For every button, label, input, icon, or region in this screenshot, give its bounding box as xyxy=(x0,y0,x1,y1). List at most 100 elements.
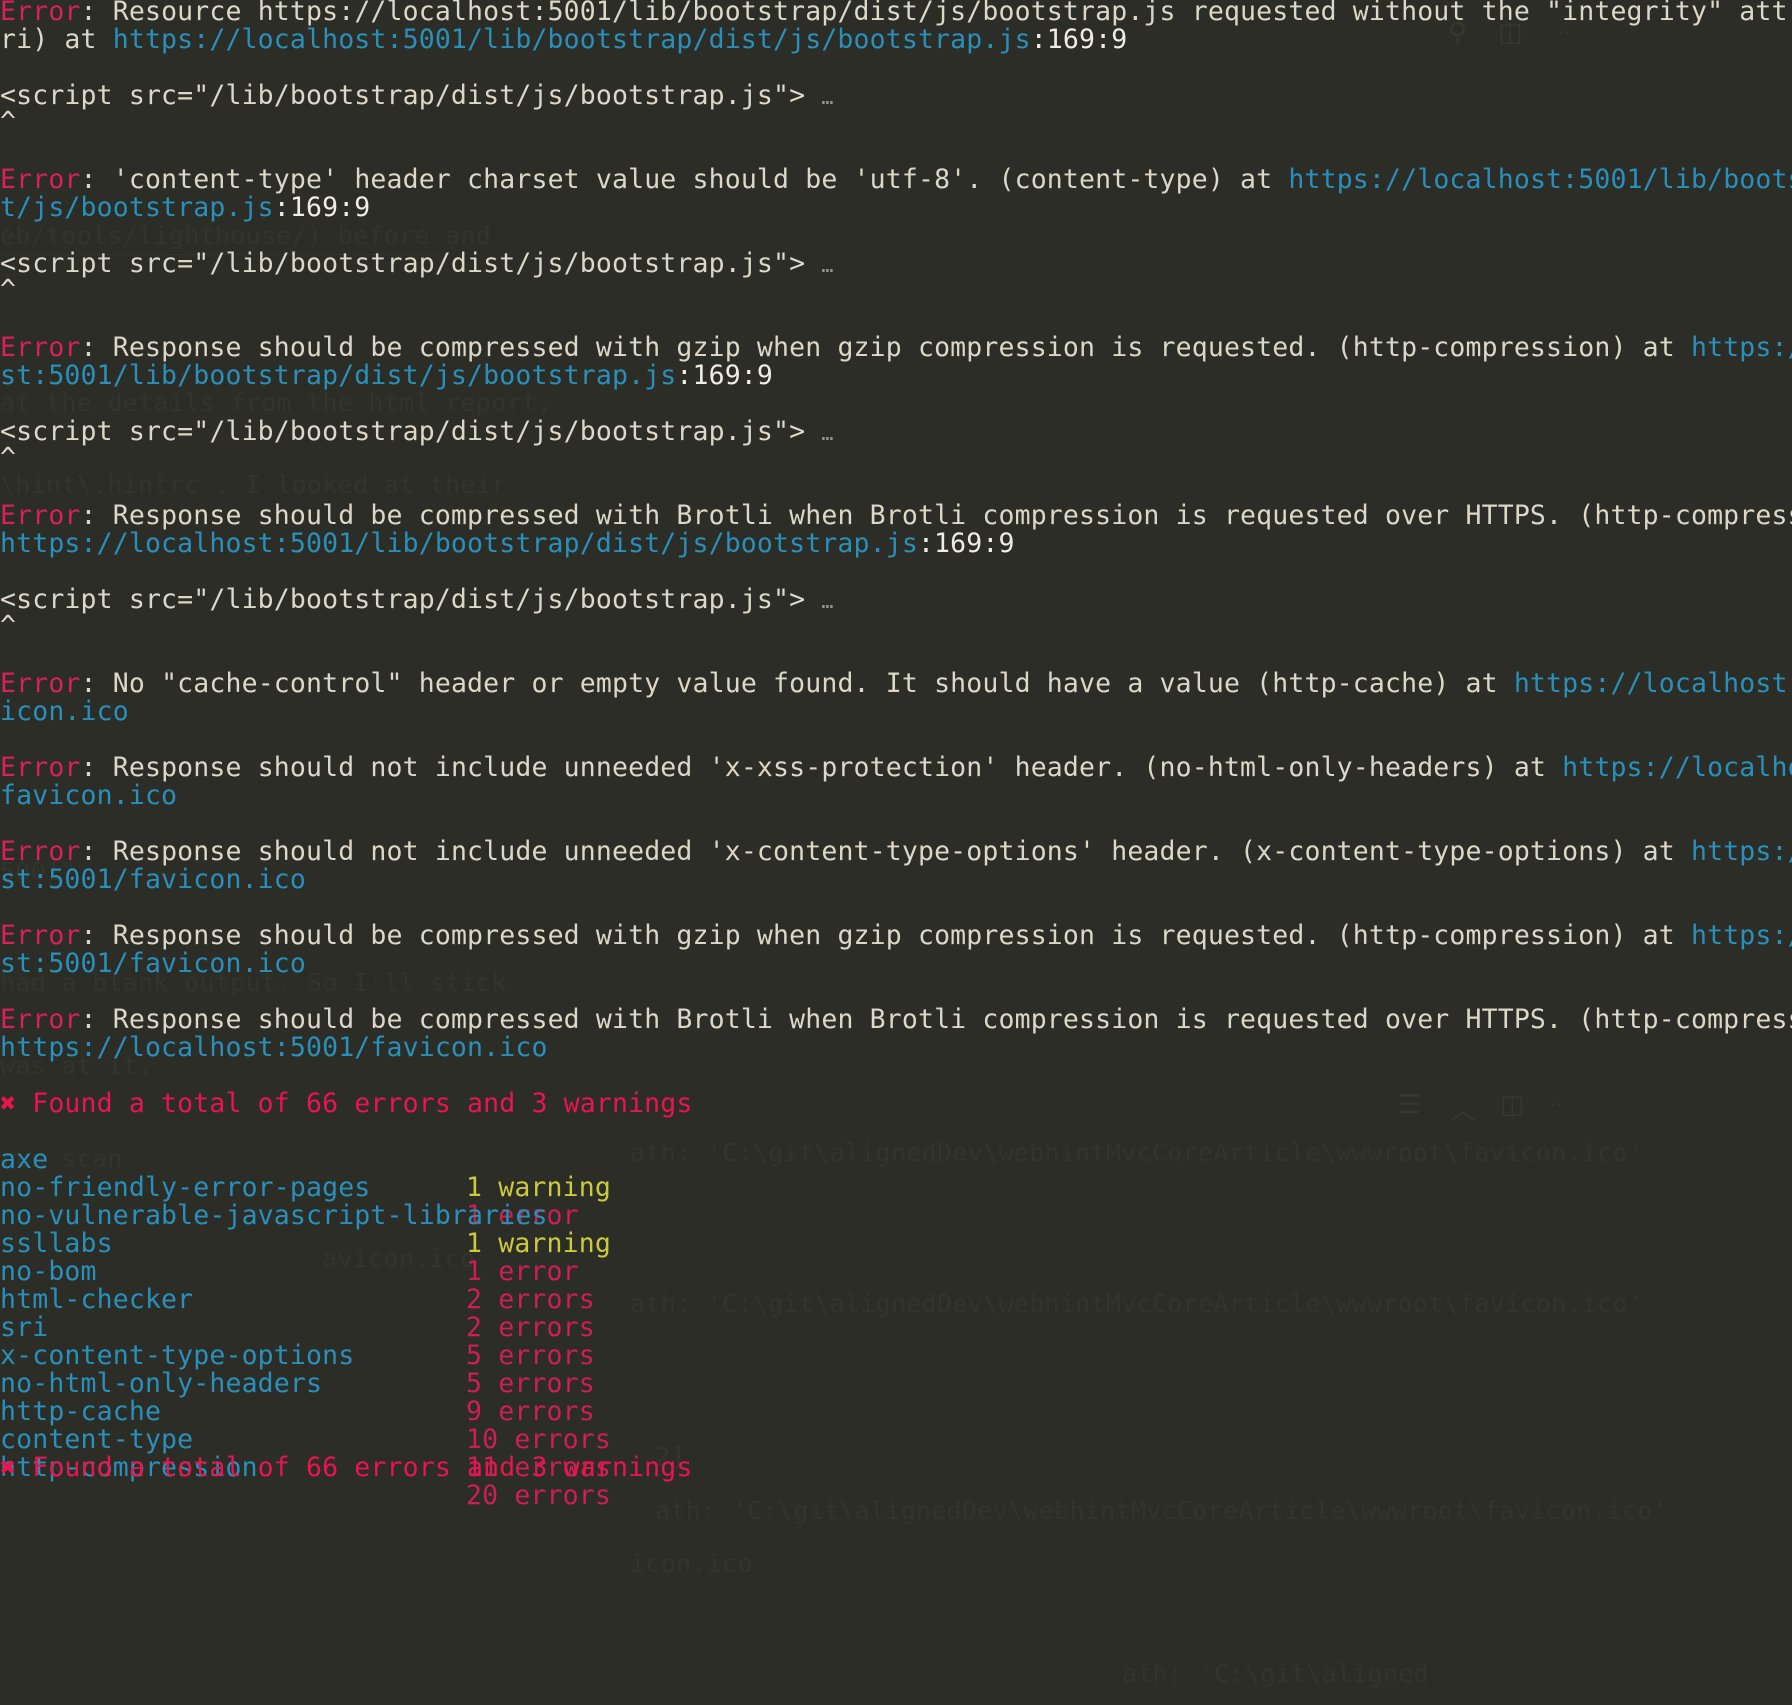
console-line: Error: No "cache-control" header or empt… xyxy=(0,670,1792,698)
console-line: t/js/bootstrap.js:169:9 xyxy=(0,194,370,222)
caret-glyph: ^ xyxy=(0,442,16,473)
console-line: Error: Resource https://localhost:5001/l… xyxy=(0,0,1792,26)
hint-count: 10 errors xyxy=(466,1426,611,1454)
console-line: st:5001/favicon.ico xyxy=(0,950,306,978)
console-caret: ^ xyxy=(0,444,16,472)
hint-count-value: 10 xyxy=(466,1424,498,1455)
error-label: Error xyxy=(0,164,81,195)
hint-count-value: 1 xyxy=(466,1172,482,1203)
hint-count-value: 1 xyxy=(466,1228,482,1259)
error-url-wrap[interactable]: st:5001/lib/bootstrap/dist/js/bootstrap.… xyxy=(0,360,676,391)
hint-count-value: 20 xyxy=(466,1480,498,1511)
console-line: favicon.ico xyxy=(0,782,177,810)
console-line: Error: 'content-type' header charset val… xyxy=(0,166,1792,194)
snippet-ellipsis: … xyxy=(821,589,833,613)
error-message: Response should be compressed with gzip … xyxy=(113,332,1691,363)
hint-count-value: 5 xyxy=(466,1340,482,1371)
error-label: Error xyxy=(0,668,81,699)
hint-count-unit: warning xyxy=(498,1228,611,1259)
error-sep: : xyxy=(81,1004,113,1035)
error-wrap: ri) at xyxy=(0,24,113,55)
hint-count: 1 error xyxy=(466,1258,579,1286)
error-position: :169:9 xyxy=(1031,24,1128,55)
error-message: Response should be compressed with Brotl… xyxy=(113,500,1792,531)
console-line: st:5001/lib/bootstrap/dist/js/bootstrap.… xyxy=(0,362,773,390)
error-url[interactable]: https://localho xyxy=(1691,836,1792,867)
hint-count-unit: errors xyxy=(498,1368,595,1399)
error-label: Error xyxy=(0,920,81,951)
hint-count-value: 2 xyxy=(466,1284,482,1315)
summary-mark-icon: ✖ xyxy=(0,1088,16,1119)
error-label: Error xyxy=(0,836,81,867)
error-url-wrap[interactable]: st:5001/favicon.ico xyxy=(0,948,306,979)
hint-count-unit: errors xyxy=(514,1424,611,1455)
console-snippet: <script src="/lib/bootstrap/dist/js/boot… xyxy=(0,250,834,279)
error-message: Response should not include unneeded 'x-… xyxy=(113,752,1562,783)
console-line: ri) at https://localhost:5001/lib/bootst… xyxy=(0,26,1127,54)
hint-count-value: 1 xyxy=(466,1256,482,1287)
error-position: :169:9 xyxy=(274,192,371,223)
error-url-wrap[interactable]: icon.ico xyxy=(0,696,129,727)
error-label: Error xyxy=(0,1004,81,1035)
error-url[interactable]: https://localho xyxy=(1691,920,1792,951)
error-label: Error xyxy=(0,500,81,531)
console-caret: ^ xyxy=(0,612,16,640)
summary-footer: ✖ Found a total of 66 errors and 3 warni… xyxy=(0,1454,693,1482)
console-snippet: <script src="/lib/bootstrap/dist/js/boot… xyxy=(0,586,834,615)
hint-count-value: 9 xyxy=(466,1396,482,1427)
console-snippet: <script src="/lib/bootstrap/dist/js/boot… xyxy=(0,418,834,447)
hint-count: 20 errors xyxy=(466,1482,611,1510)
hint-count: 2 errors xyxy=(466,1314,595,1342)
console-caret: ^ xyxy=(0,108,16,136)
hint-count: 1 warning xyxy=(466,1230,611,1258)
hint-count-unit: errors xyxy=(498,1340,595,1371)
console-line: Error: Response should be compressed wit… xyxy=(0,1006,1792,1034)
snippet-ellipsis: … xyxy=(821,253,833,277)
snippet-code: <script src="/lib/bootstrap/dist/js/boot… xyxy=(0,584,821,615)
summary-text: Found a total of 66 errors and 3 warning… xyxy=(32,1452,692,1483)
error-sep: : xyxy=(81,920,113,951)
console-line: Error: Response should be compressed wit… xyxy=(0,922,1792,950)
hint-count-unit: errors xyxy=(498,1284,595,1315)
error-message: Resource https://localhost:5001/lib/boot… xyxy=(113,0,1792,27)
summary-mark-icon: ✖ xyxy=(0,1452,16,1483)
error-url-wrap[interactable]: https://localhost:5001/lib/bootstrap/dis… xyxy=(0,528,918,559)
error-message: Response should be compressed with gzip … xyxy=(113,920,1691,951)
error-url-wrap[interactable]: https://localhost:5001/favicon.ico xyxy=(0,1032,548,1063)
error-url[interactable]: https://localhost:5001/ xyxy=(1562,752,1792,783)
hint-count-unit: errors xyxy=(498,1396,595,1427)
error-sep: : xyxy=(81,500,113,531)
error-url-wrap[interactable]: t/js/bootstrap.js xyxy=(0,192,274,223)
console-output[interactable]: Error: Resource https://localhost:5001/l… xyxy=(0,0,1792,1705)
hint-count: 5 errors xyxy=(466,1370,595,1398)
error-sep: : xyxy=(81,752,113,783)
error-sep: : xyxy=(81,164,113,195)
console-line: st:5001/favicon.ico xyxy=(0,866,306,894)
snippet-ellipsis: … xyxy=(821,421,833,445)
error-url-wrap[interactable]: st:5001/favicon.ico xyxy=(0,864,306,895)
error-url[interactable]: https://localho xyxy=(1691,332,1792,363)
hint-count-unit: errors xyxy=(514,1480,611,1511)
hint-count: 5 errors xyxy=(466,1342,595,1370)
error-label: Error xyxy=(0,0,81,27)
hint-count: 2 errors xyxy=(466,1286,595,1314)
error-url[interactable]: https://localhost:5001/fav xyxy=(1514,668,1792,699)
error-message: No "cache-control" header or empty value… xyxy=(113,668,1514,699)
error-url[interactable]: https://localhost:5001/lib/bootstrap/dis… xyxy=(113,24,1031,55)
error-url-wrap[interactable]: favicon.ico xyxy=(0,780,177,811)
error-sep: : xyxy=(81,332,113,363)
console-snippet: <script src="/lib/bootstrap/dist/js/boot… xyxy=(0,82,834,111)
hint-count-value: 5 xyxy=(466,1368,482,1399)
console-line: Error: Response should not include unnee… xyxy=(0,754,1792,782)
error-message: Response should not include unneeded 'x-… xyxy=(113,836,1691,867)
error-label: Error xyxy=(0,752,81,783)
error-url[interactable]: https://localhost:5001/lib/bootstrap/dis xyxy=(1288,164,1792,195)
console-caret: ^ xyxy=(0,276,16,304)
error-position: :169:9 xyxy=(918,528,1015,559)
caret-glyph: ^ xyxy=(0,274,16,305)
console-line: Error: Response should be compressed wit… xyxy=(0,502,1792,530)
terminal-window[interactable]: ······························ ·········… xyxy=(0,0,1792,1705)
console-line: Error: Response should be compressed wit… xyxy=(0,334,1792,362)
error-position: :169:9 xyxy=(676,360,773,391)
console-line: https://localhost:5001/lib/bootstrap/dis… xyxy=(0,530,1015,558)
